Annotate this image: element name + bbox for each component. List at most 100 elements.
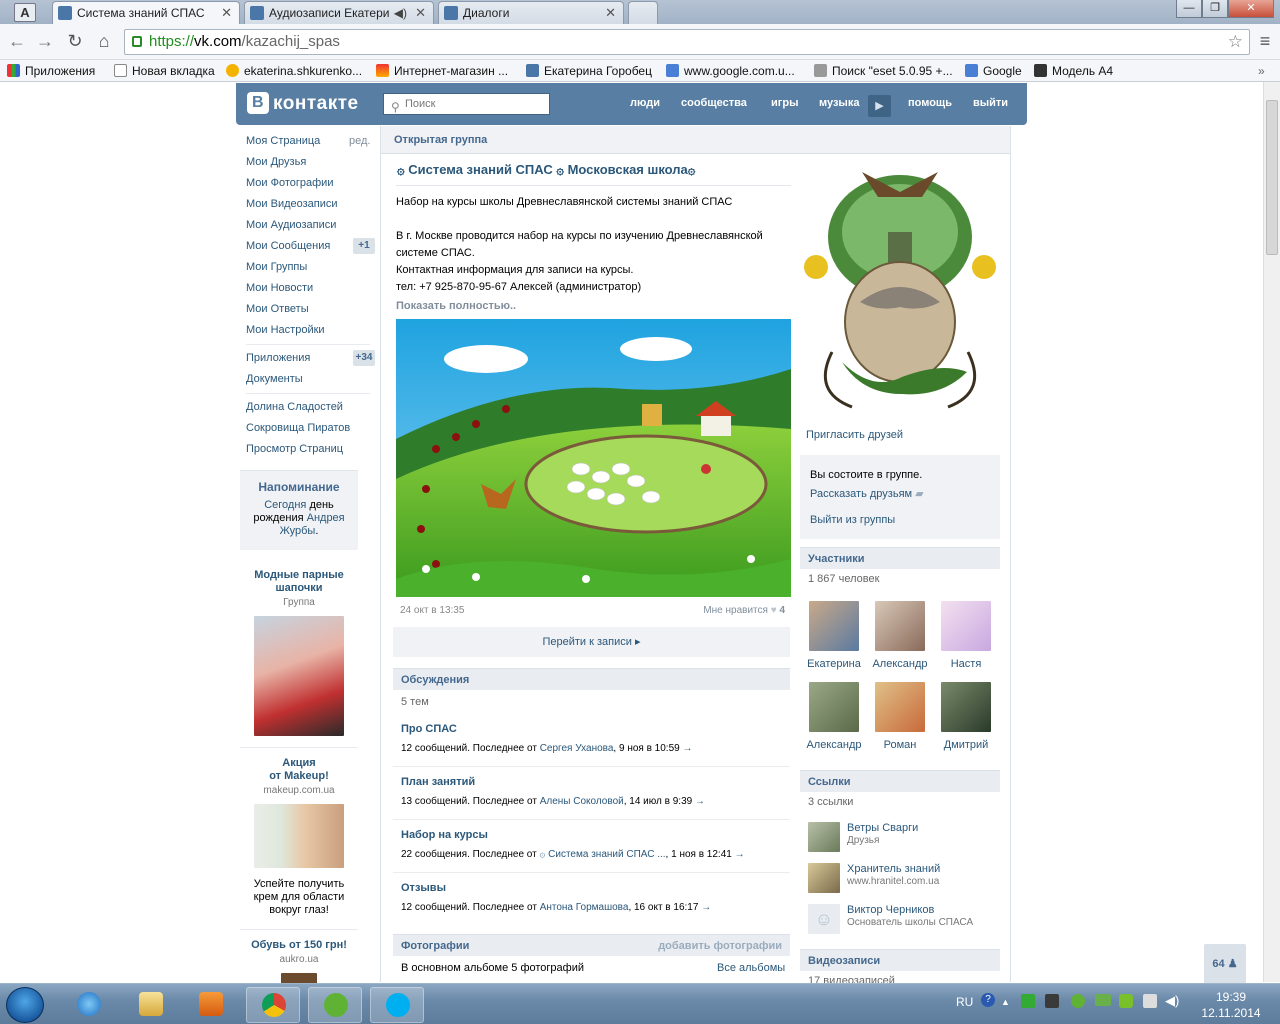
nav-logout[interactable]: выйти bbox=[973, 97, 1008, 109]
menu-videos[interactable]: Мои Видеозаписи bbox=[246, 198, 338, 210]
ad-hats[interactable]: Модные парные шапочки Группа bbox=[240, 569, 358, 736]
menu-edit-link[interactable]: ред. bbox=[349, 135, 370, 147]
arrow-right-icon[interactable]: → bbox=[701, 902, 711, 913]
close-icon[interactable]: ✕ bbox=[415, 2, 426, 24]
member-name[interactable]: Екатерина bbox=[807, 658, 861, 670]
member-card[interactable]: Александр bbox=[804, 682, 864, 751]
bookmark-new-tab[interactable]: Новая вкладка bbox=[114, 61, 215, 81]
profile-button[interactable]: A bbox=[14, 3, 36, 22]
menu-audio[interactable]: Мои Аудиозаписи bbox=[246, 219, 336, 231]
address-bar[interactable]: https://vk.com/kazachij_spas ☆ bbox=[124, 29, 1250, 55]
link-title[interactable]: Ветры Сварги bbox=[847, 822, 918, 834]
photos-header[interactable]: Фотографии добавить фотографии bbox=[393, 934, 790, 956]
close-icon[interactable]: ✕ bbox=[221, 2, 232, 24]
page-scrollbar[interactable] bbox=[1263, 82, 1280, 982]
menu-groups[interactable]: Мои Группы bbox=[246, 261, 307, 273]
arrow-right-icon[interactable]: → bbox=[683, 743, 693, 754]
ad-makeup[interactable]: Акция от Makeup! makeup.com.ua Успейте по… bbox=[240, 757, 358, 917]
links-header[interactable]: Ссылки bbox=[800, 770, 1000, 792]
menu-photos[interactable]: Мои Фотографии bbox=[246, 177, 333, 189]
avatar[interactable] bbox=[875, 601, 925, 651]
show-more-link[interactable]: Показать полностью.. bbox=[396, 300, 516, 312]
nav-help[interactable]: помощь bbox=[908, 97, 952, 109]
add-photos-link[interactable]: добавить фотографии bbox=[658, 935, 782, 957]
like-button[interactable]: Мне нравится ♥ 4 bbox=[703, 605, 785, 616]
topic-title[interactable]: Отзывы bbox=[401, 882, 446, 894]
leave-group-link[interactable]: Выйти из группы bbox=[810, 514, 895, 526]
member-name[interactable]: Александр bbox=[806, 739, 861, 751]
bookmark-google-ua[interactable]: www.google.com.u... bbox=[666, 61, 795, 81]
post-image[interactable] bbox=[396, 319, 791, 597]
topic-author[interactable]: ۞ Система знаний СПАС ... bbox=[540, 849, 666, 860]
link-title[interactable]: Виктор Черников bbox=[847, 904, 934, 916]
avatar[interactable] bbox=[809, 601, 859, 651]
menu-news[interactable]: Мои Новости bbox=[246, 282, 313, 294]
bookmark-gorobets[interactable]: Екатерина Горобец bbox=[526, 61, 652, 81]
menu-apps[interactable]: Приложения bbox=[246, 352, 310, 364]
link-title[interactable]: Хранитель знаний bbox=[847, 863, 940, 875]
default-avatar-icon[interactable]: ☺ bbox=[808, 904, 840, 934]
nav-games[interactable]: игры bbox=[771, 97, 798, 109]
arrow-right-icon[interactable]: → bbox=[695, 796, 705, 807]
tray-app-icon[interactable] bbox=[1119, 994, 1133, 1008]
member-name[interactable]: Александр bbox=[872, 658, 927, 670]
nav-communities[interactable]: сообщества bbox=[681, 97, 747, 109]
member-name[interactable]: Дмитрий bbox=[944, 739, 989, 751]
bookmark-ekaterina[interactable]: ekaterina.shkurenko... bbox=[226, 61, 362, 81]
member-card[interactable]: Александр bbox=[870, 601, 930, 670]
tell-friends-link[interactable]: Рассказать друзьям ▰ bbox=[810, 487, 924, 500]
network-icon[interactable] bbox=[1143, 994, 1157, 1008]
invite-friends-link[interactable]: Пригласить друзей bbox=[806, 429, 903, 441]
menu-icon[interactable]: ≡ bbox=[1254, 31, 1276, 51]
link-thumb[interactable] bbox=[808, 863, 840, 893]
menu-documents[interactable]: Документы bbox=[246, 373, 303, 385]
member-card[interactable]: Екатерина bbox=[804, 601, 864, 670]
tray-security-icon[interactable] bbox=[1045, 994, 1059, 1008]
bookmark-google[interactable]: Google bbox=[965, 61, 1022, 81]
taskbar-ie[interactable] bbox=[62, 987, 116, 1023]
messages-count-badge[interactable]: +1 bbox=[353, 238, 375, 254]
ad-image[interactable] bbox=[254, 804, 344, 868]
friends-online-button[interactable]: 64 ♟ bbox=[1204, 944, 1246, 984]
language-indicator[interactable]: RU bbox=[956, 995, 973, 1009]
bookmark-star-icon[interactable]: ☆ bbox=[1228, 30, 1243, 54]
window-close-button[interactable]: ✕ bbox=[1228, 0, 1274, 18]
start-button[interactable] bbox=[6, 987, 44, 1023]
nav-music[interactable]: музыка bbox=[819, 97, 859, 109]
topic-title[interactable]: Про СПАС bbox=[401, 723, 457, 735]
menu-app-pageviews[interactable]: Просмотр Страниц bbox=[246, 443, 343, 455]
minimize-button[interactable]: — bbox=[1176, 0, 1202, 18]
nav-people[interactable]: люди bbox=[630, 97, 660, 109]
menu-messages[interactable]: Мои Сообщения bbox=[246, 240, 330, 252]
volume-icon[interactable]: ◀) bbox=[1165, 993, 1179, 1009]
search-input[interactable]: ⚲ Поиск bbox=[383, 93, 550, 115]
bookmark-apps[interactable]: Приложения bbox=[7, 61, 95, 81]
reload-icon[interactable]: ↻ bbox=[64, 31, 86, 51]
videos-header[interactable]: Видеозаписи bbox=[800, 949, 1000, 971]
menu-settings[interactable]: Мои Настройки bbox=[246, 324, 325, 336]
member-name[interactable]: Роман bbox=[884, 739, 917, 751]
menu-friends[interactable]: Мои Друзья bbox=[246, 156, 306, 168]
vk-logo[interactable]: Bконтакте bbox=[247, 92, 359, 115]
menu-app-sweets[interactable]: Долина Сладостей bbox=[246, 401, 343, 413]
reminder-name[interactable]: Андрея bbox=[307, 512, 345, 524]
taskbar-explorer[interactable] bbox=[124, 987, 178, 1023]
home-icon[interactable]: ⌂ bbox=[93, 31, 115, 51]
menu-answers[interactable]: Мои Ответы bbox=[246, 303, 309, 315]
play-icon[interactable]: ▶ bbox=[868, 95, 891, 117]
apps-count-badge[interactable]: +34 bbox=[353, 350, 375, 366]
go-to-post-button[interactable]: Перейти к записи ▸ bbox=[393, 627, 790, 657]
reminder-surname[interactable]: Журбы bbox=[280, 525, 316, 537]
bookmark-shop[interactable]: Интернет-магазин ... bbox=[376, 61, 508, 81]
taskbar-chrome[interactable] bbox=[246, 987, 300, 1023]
discussions-header[interactable]: Обсуждения bbox=[393, 668, 790, 690]
tray-utorrent-icon[interactable] bbox=[1071, 994, 1085, 1008]
new-tab-button[interactable] bbox=[628, 1, 658, 24]
ad-image[interactable] bbox=[254, 616, 344, 736]
member-card[interactable]: Дмитрий bbox=[936, 682, 996, 751]
topic-title[interactable]: Набор на курсы bbox=[401, 829, 488, 841]
ad-shoes[interactable]: Обувь от 150 грн! aukro.ua bbox=[240, 939, 358, 987]
link-thumb[interactable] bbox=[808, 822, 840, 852]
forward-icon[interactable]: → bbox=[34, 31, 56, 51]
close-icon[interactable]: ✕ bbox=[605, 2, 616, 24]
